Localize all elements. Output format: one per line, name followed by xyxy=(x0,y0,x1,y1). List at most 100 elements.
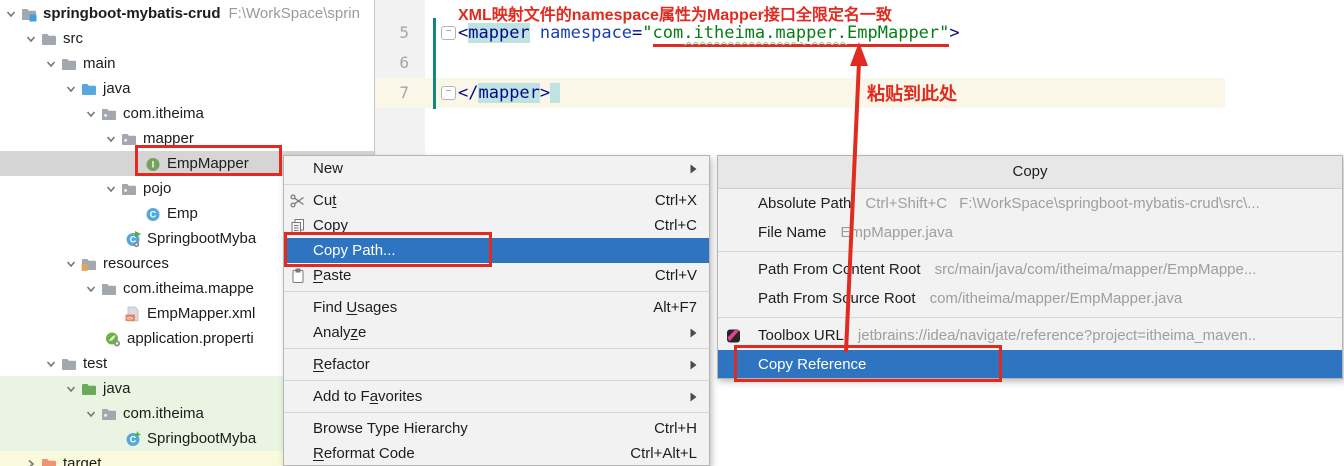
menu-item-label: Cut xyxy=(313,192,336,209)
chevron-down-icon[interactable] xyxy=(5,8,17,20)
code-line-7[interactable]: </mapper> xyxy=(458,78,560,108)
tree-item-label: EmpMapper xyxy=(167,151,249,176)
paste-icon xyxy=(290,268,313,284)
tree-item-label: main xyxy=(83,51,116,76)
test-class-icon: C xyxy=(125,431,141,447)
tree-item-label: java xyxy=(103,76,131,101)
tree-item-label: com.itheima.mappe xyxy=(123,276,254,301)
excluded-folder-icon xyxy=(41,456,57,466)
menu-item-label: New xyxy=(313,160,343,177)
menu-item-label: Paste xyxy=(313,267,351,284)
code-token: com xyxy=(653,23,684,47)
tree-item-java[interactable]: java xyxy=(0,76,374,101)
tree-item-label: target xyxy=(63,451,101,466)
tree-item-springboot-mybatis-crud[interactable]: springboot-mybatis-crudF:\WorkSpace\spri… xyxy=(0,1,374,26)
fold-marker-icon[interactable]: − xyxy=(441,86,456,100)
svg-text:<>: <> xyxy=(127,315,134,321)
tree-item-label: com.itheima xyxy=(123,101,204,126)
menu-item-copy-path[interactable]: Copy Path... xyxy=(284,238,709,263)
line-number: 6 xyxy=(375,48,409,78)
chevron-down-icon[interactable] xyxy=(45,358,57,370)
menu-item-shortcut: Ctrl+Alt+L xyxy=(630,445,697,462)
tree-item-label: resources xyxy=(103,251,169,276)
tree-item-mapper[interactable]: mapper xyxy=(0,126,374,151)
tree-item-label: src xyxy=(63,26,83,51)
menu-item-paste[interactable]: PasteCtrl+V xyxy=(284,263,709,288)
tree-item-label: java xyxy=(103,376,131,401)
submenu-item-label: Path From Content Root xyxy=(758,261,921,278)
submenu-item-value: com/itheima/mapper/EmpMapper.java xyxy=(930,290,1183,307)
tree-item-label: application.properti xyxy=(127,326,254,351)
submenu-item-value: EmpMapper.java xyxy=(840,224,953,241)
code-token: EmpMapper xyxy=(847,23,939,47)
tree-item-main[interactable]: main xyxy=(0,51,374,76)
menu-item-refactor[interactable]: Refactor xyxy=(284,352,709,377)
menu-item-browse-type-hierarchy[interactable]: Browse Type Hierarchy Ctrl+H xyxy=(284,416,709,441)
chevron-down-icon[interactable] xyxy=(45,58,57,70)
test-folder-icon xyxy=(81,381,97,397)
menu-item-reformat-code[interactable]: Reformat CodeCtrl+Alt+L xyxy=(284,441,709,466)
menu-item-shortcut: Ctrl+X xyxy=(655,192,697,209)
menu-item-shortcut: Ctrl+H xyxy=(654,420,697,437)
submenu-item-absolute-path[interactable]: Absolute PathCtrl+Shift+CF:\WorkSpace\sp… xyxy=(718,189,1342,218)
project-folder-icon xyxy=(21,6,37,22)
context-menu: NewCutCtrl+XCopyCtrl+CCopy Path...PasteC… xyxy=(283,155,710,466)
menu-item-label: Browse Type Hierarchy xyxy=(313,420,468,437)
submenu-item-label: Absolute Path xyxy=(758,195,851,212)
submenu-item-file-name[interactable]: File NameEmpMapper.java xyxy=(718,218,1342,247)
submenu-item-path-from-content-root[interactable]: Path From Content Rootsrc/main/java/com/… xyxy=(718,255,1342,284)
chevron-down-icon[interactable] xyxy=(85,408,97,420)
package-icon xyxy=(101,406,117,422)
submenu-item-toolbox-url[interactable]: Toolbox URLjetbrains://idea/navigate/ref… xyxy=(718,321,1342,350)
submenu-arrow-icon xyxy=(690,360,697,370)
package-icon xyxy=(101,106,117,122)
code-token: = xyxy=(632,23,642,43)
menu-separator xyxy=(284,181,709,188)
menu-item-cut[interactable]: Cut Ctrl+X xyxy=(284,188,709,213)
code-token: mapper xyxy=(478,83,539,103)
menu-item-find-usages[interactable]: Find UsagesAlt+F7 xyxy=(284,295,709,320)
chevron-down-icon[interactable] xyxy=(85,108,97,120)
submenu-item-label: Toolbox URL xyxy=(758,327,844,344)
copy-submenu-title: Copy xyxy=(718,156,1342,189)
code-token: " xyxy=(939,23,949,47)
package-icon xyxy=(121,131,137,147)
submenu-item-label: Copy Reference xyxy=(758,356,866,373)
package-icon xyxy=(121,181,137,197)
folder-icon xyxy=(61,56,77,72)
submenu-item-path-from-source-root[interactable]: Path From Source Rootcom/itheima/mapper/… xyxy=(718,284,1342,313)
chevron-down-icon[interactable] xyxy=(65,83,77,95)
menu-item-copy[interactable]: CopyCtrl+C xyxy=(284,213,709,238)
tree-item-src[interactable]: src xyxy=(0,26,374,51)
tree-item-label: com.itheima xyxy=(123,401,204,426)
chevron-right-icon[interactable] xyxy=(25,458,37,466)
submenu-item-value: F:\WorkSpace\springboot-mybatis-crud\src… xyxy=(959,195,1260,212)
chevron-down-icon[interactable] xyxy=(105,183,117,195)
line-number: 7 xyxy=(375,78,409,108)
chevron-down-icon[interactable] xyxy=(105,133,117,145)
chevron-down-icon[interactable] xyxy=(65,258,77,270)
menu-separator xyxy=(284,377,709,384)
code-token xyxy=(530,23,540,43)
copy-submenu: Copy Absolute PathCtrl+Shift+CF:\WorkSpa… xyxy=(717,155,1343,379)
tree-item-label: pojo xyxy=(143,176,171,201)
class-icon: C xyxy=(145,206,161,222)
menu-item-shortcut: Ctrl+C xyxy=(654,217,697,234)
tree-item-com-itheima[interactable]: com.itheima xyxy=(0,101,374,126)
fold-marker-icon[interactable]: − xyxy=(441,26,456,40)
resources-folder-icon xyxy=(81,256,97,272)
chevron-down-icon[interactable] xyxy=(85,283,97,295)
chevron-down-icon[interactable] xyxy=(65,383,77,395)
menu-separator xyxy=(284,409,709,416)
tree-item-label: SpringbootMyba xyxy=(147,426,256,451)
submenu-item-copy-reference[interactable]: Copy Reference xyxy=(718,350,1342,379)
menu-item-label: Analyze xyxy=(313,324,366,341)
chevron-down-icon[interactable] xyxy=(25,33,37,45)
menu-item-new[interactable]: New xyxy=(284,156,709,181)
code-token: namespace xyxy=(540,23,632,43)
cut-icon xyxy=(290,193,313,209)
menu-item-analyze[interactable]: Analyze xyxy=(284,320,709,345)
menu-item-add-to-favorites[interactable]: Add to Favorites xyxy=(284,384,709,409)
spring-config-icon xyxy=(105,331,121,347)
code-token: < xyxy=(458,23,468,43)
